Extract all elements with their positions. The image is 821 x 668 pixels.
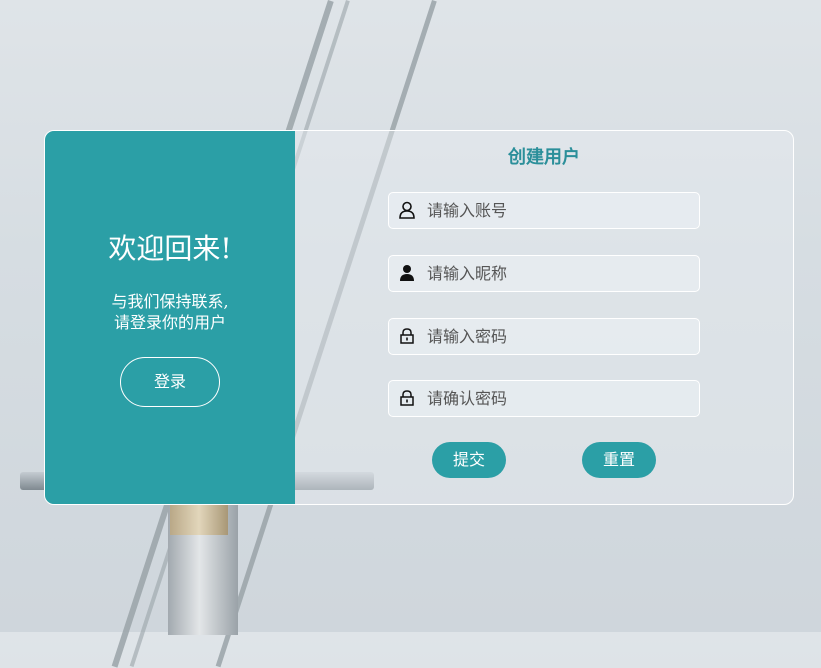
reset-button[interactable]: 重置: [582, 442, 656, 478]
pole-cap: [170, 505, 228, 535]
lock-icon: [400, 328, 414, 344]
user-outline-icon: [399, 201, 415, 219]
password-field[interactable]: [388, 318, 700, 355]
welcome-message: 与我们保持联系, 请登录你的用户: [45, 291, 295, 333]
register-panel: 创建用户 请输入账号 请输入昵称 提交 重置: [295, 131, 793, 504]
nickname-input[interactable]: [427, 256, 687, 291]
auth-card: 欢迎回来! 与我们保持联系, 请登录你的用户 登录 创建用户 请输入账号 请输入…: [44, 130, 794, 505]
welcome-message-line2: 请登录你的用户: [113, 313, 226, 332]
lock-icon: [400, 390, 414, 406]
account-input[interactable]: [427, 193, 687, 228]
register-title: 创建用户: [508, 147, 580, 168]
account-field[interactable]: [388, 192, 700, 229]
welcome-heading: 欢迎回来!: [108, 232, 232, 265]
confirm-password-input[interactable]: [427, 381, 687, 416]
submit-button[interactable]: 提交: [432, 442, 506, 478]
login-button[interactable]: 登录: [120, 357, 220, 407]
confirm-password-field[interactable]: [388, 380, 700, 417]
password-input[interactable]: [427, 319, 687, 354]
user-filled-icon: [400, 265, 414, 281]
nickname-field[interactable]: [388, 255, 700, 292]
welcome-panel: 欢迎回来! 与我们保持联系, 请登录你的用户 登录: [45, 131, 295, 504]
welcome-message-line1: 与我们保持联系,: [111, 292, 229, 311]
